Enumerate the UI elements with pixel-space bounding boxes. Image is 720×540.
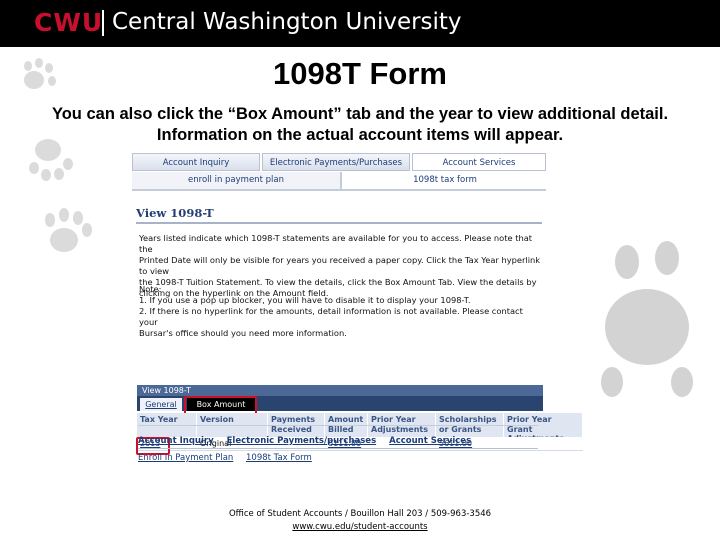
note-line: 1. If you use a pop up blocker, you will… [139, 295, 471, 305]
subtab-enroll-payment-plan[interactable]: enroll in payment plan [132, 172, 342, 189]
footer-links-row: Enroll In Payment Plan 1098t Tax Form [138, 453, 538, 463]
paw-print-icon [45, 208, 92, 252]
logo-divider [102, 10, 104, 36]
footer-links: Account Inquiry Electronic Payments/purc… [138, 436, 538, 463]
link-account-services[interactable]: Account Services [389, 436, 471, 446]
note-line: Bursar's office should you need more inf… [139, 328, 347, 338]
office-contact: Office of Student Accounts / Bouillon Ha… [228, 509, 492, 519]
divider [138, 448, 538, 449]
subtab-1098t-tax-form[interactable]: 1098t tax form [344, 172, 546, 189]
note-line: 2. If there is no hyperlink for the amou… [139, 306, 523, 327]
divider [138, 425, 538, 426]
panel-title: View 1098-T [136, 206, 214, 220]
link-enroll-payment-plan[interactable]: Enroll In Payment Plan [138, 453, 233, 463]
note-line: Note: [139, 284, 162, 294]
slide-title: 1098T Form [272, 56, 447, 91]
view-1098t-panel: View 1098-T Years listed indicate which … [132, 202, 583, 455]
tab-bar: Account Inquiry Electronic Payments/Purc… [132, 153, 546, 172]
paw-print-icon [601, 241, 693, 397]
tab-electronic-payments[interactable]: Electronic Payments/Purchases [262, 153, 410, 171]
office-footer: Office of Student Accounts / Bouillon Ha… [0, 508, 720, 534]
office-url-link[interactable]: www.cwu.edu/student-accounts [0, 521, 720, 534]
note-text: Note: 1. If you use a pop up blocker, yo… [139, 284, 541, 339]
cwu-logo: CWU [34, 8, 104, 37]
tab-account-inquiry[interactable]: Account Inquiry [132, 153, 260, 171]
divider [136, 222, 542, 224]
link-electronic-payments[interactable]: Electronic Payments/purchases [227, 436, 377, 446]
slide-subtitle: You can also click the “Box Amount” tab … [10, 104, 710, 146]
link-1098t-tax-form[interactable]: 1098t Tax Form [246, 453, 312, 463]
link-account-inquiry[interactable]: Account Inquiry [138, 436, 214, 446]
subtitle-line: You can also click the “Box Amount” tab … [51, 105, 669, 123]
header-banner: CWU Central Washington University [0, 0, 720, 47]
instruction-line: Years listed indicate which 1098-T state… [139, 233, 533, 254]
subtitle-line: Information on the actual account items … [156, 126, 564, 144]
instruction-line: Printed Date will only be visible for ye… [139, 255, 541, 276]
tab-general[interactable]: General [140, 398, 182, 411]
grid-title-bar: View 1098-T [137, 385, 543, 396]
subtab-bar: enroll in payment plan 1098t tax form [132, 172, 546, 191]
footer-links-row: Account Inquiry Electronic Payments/purc… [138, 436, 538, 446]
university-name: Central Washington University [112, 9, 462, 35]
tab-account-services[interactable]: Account Services [412, 153, 546, 171]
